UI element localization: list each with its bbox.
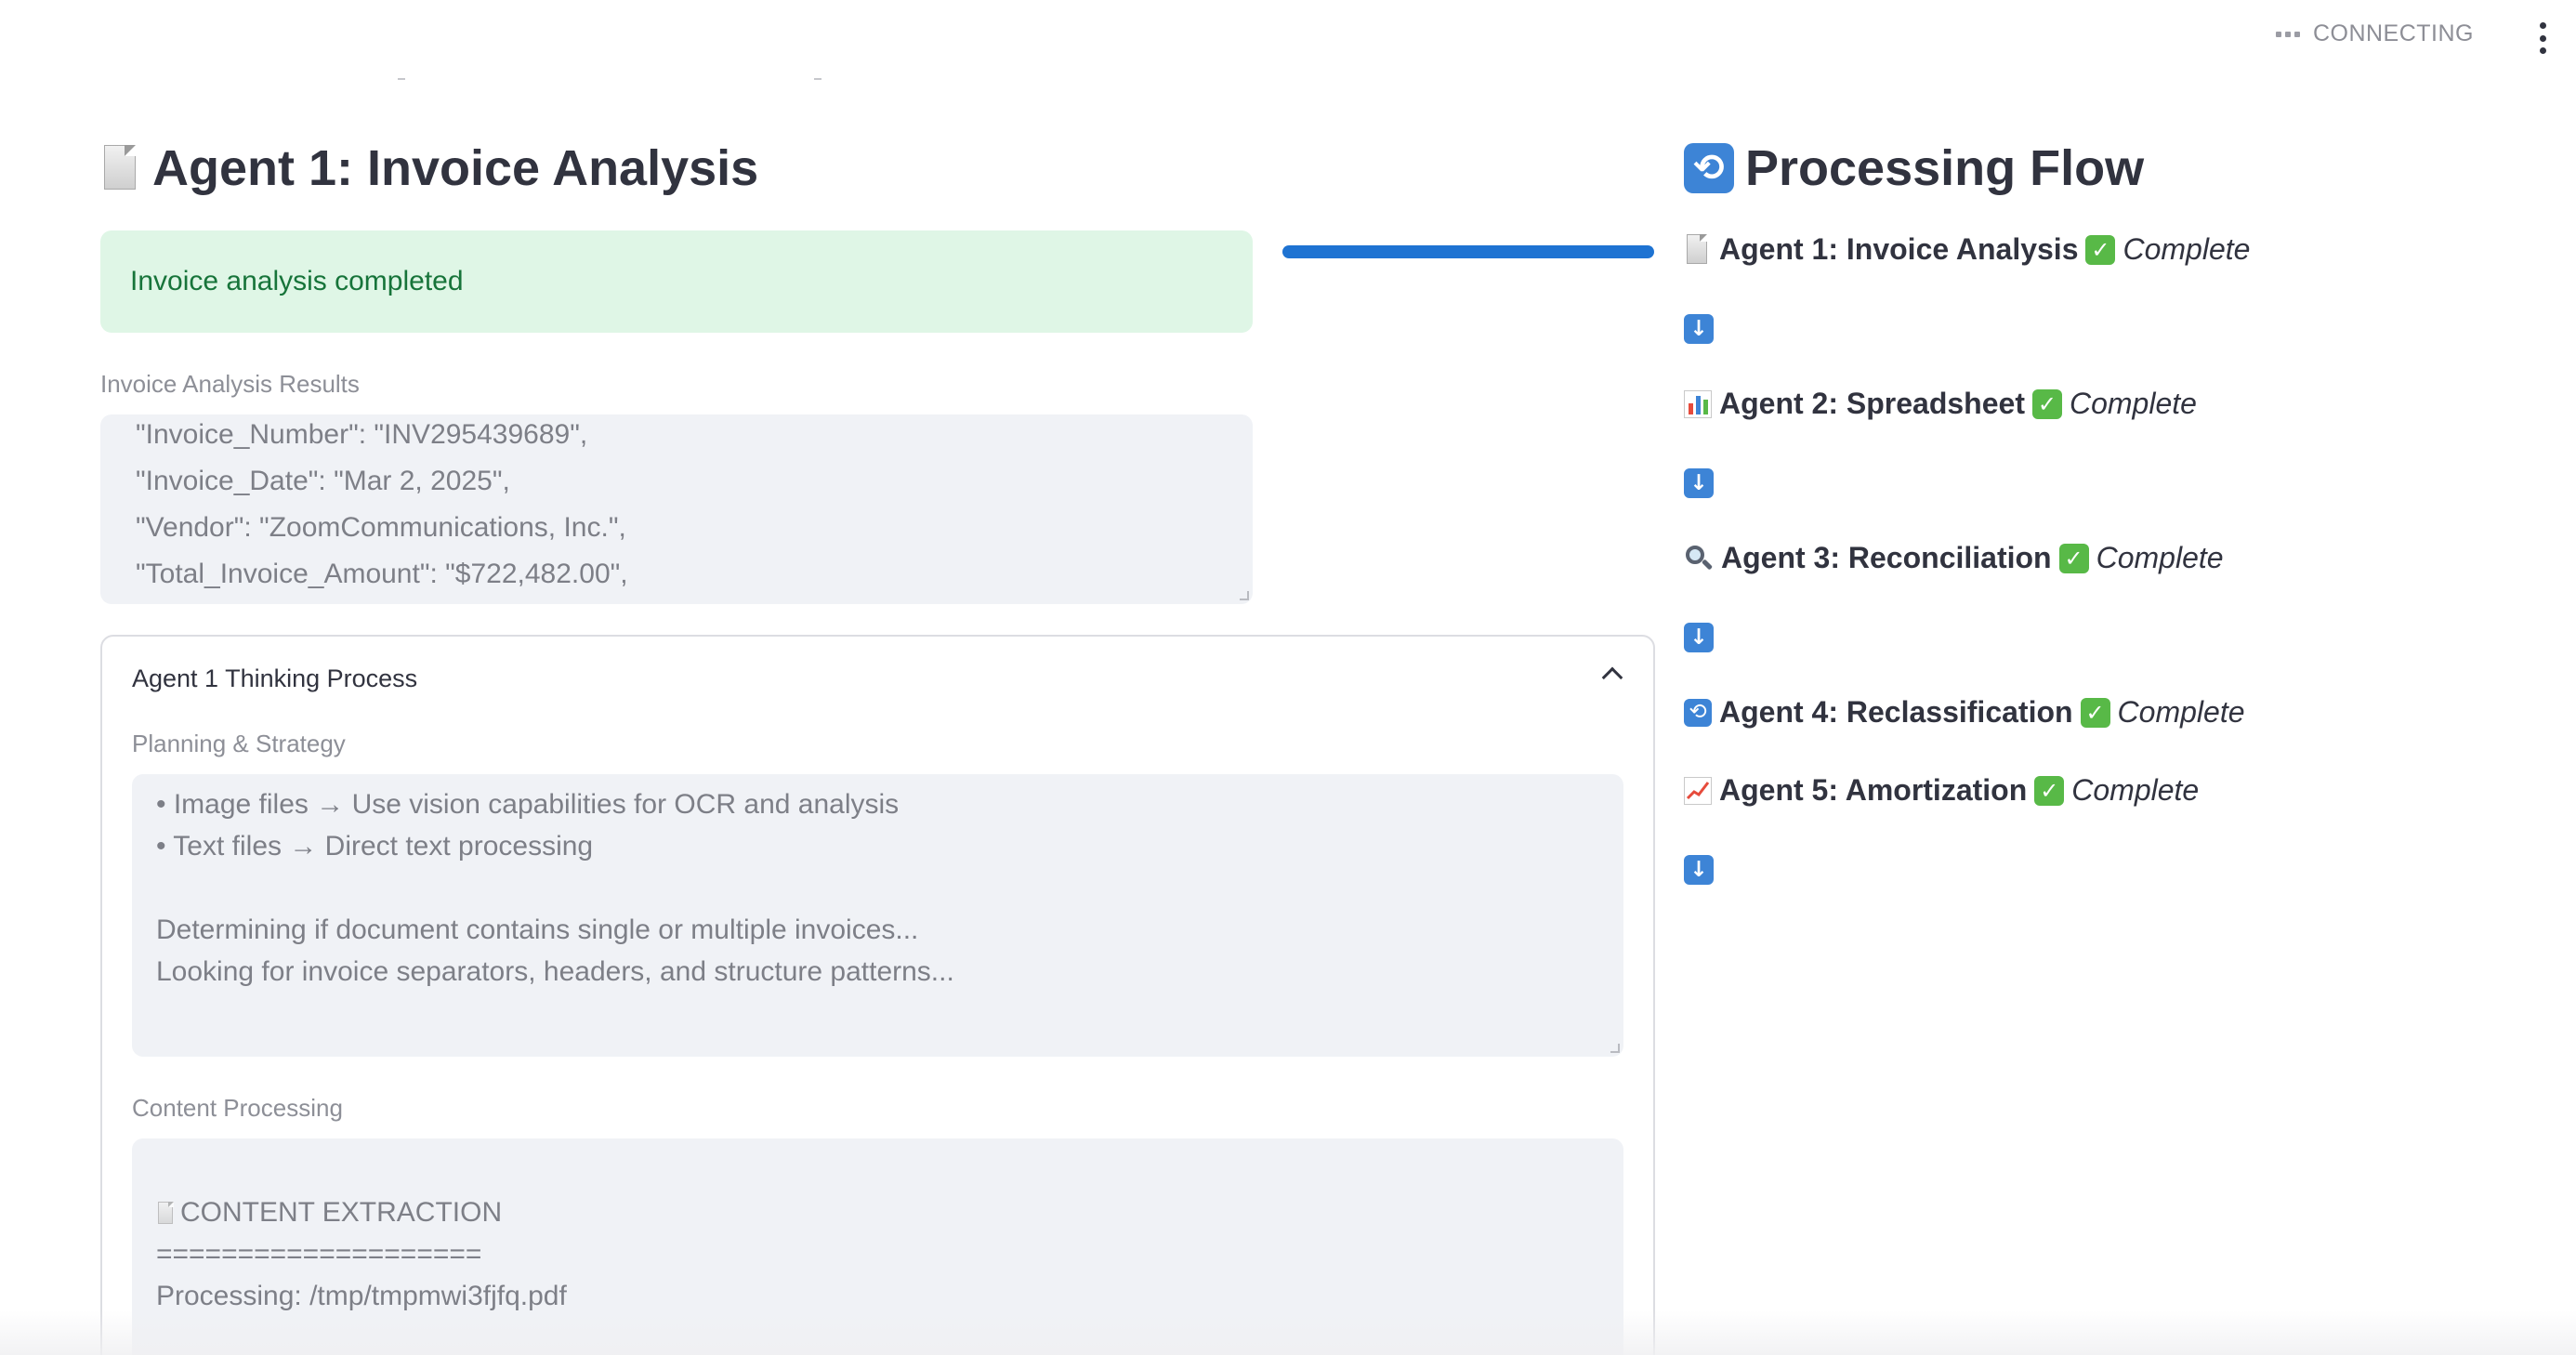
check-mark-button-icon: ✓	[2058, 543, 2089, 573]
text-line: ====================	[156, 1239, 482, 1269]
resize-handle-icon[interactable]	[1610, 1044, 1620, 1053]
thinking-expander: Agent 1 Thinking Process Planning & Stra…	[100, 635, 1655, 1355]
flow-agent-status: Complete	[2069, 387, 2197, 420]
flow-agent-name: Agent 3: Reconciliation	[1721, 541, 2052, 574]
text-line: "Invoice_Date": "Mar 2, 2025",	[136, 466, 510, 496]
flow-agent-name: Agent 4: Reclassification	[1719, 695, 2073, 729]
counterclockwise-arrows-icon: ⟲	[1684, 143, 1734, 193]
app-header: CONNECTING	[0, 0, 2576, 74]
down-arrow-icon: ↓	[1684, 855, 1714, 885]
check-mark-button-icon: ✓	[2034, 775, 2065, 806]
flow-agent-name: Agent 1: Invoice Analysis	[1719, 232, 2079, 266]
text-line: Processing: /tmp/tmpmwi3fjfq.pdf	[156, 1281, 567, 1311]
magnifying-glass-icon	[1684, 544, 1714, 573]
processing-flow-title: ⟲ Processing Flow	[1684, 139, 2144, 197]
text-line: "Vendor": "ZoomCommunications, Inc.",	[136, 512, 626, 543]
chart-increasing-icon	[1684, 776, 1712, 805]
content-lines: CONTENT EXTRACTION ==================== Pr…	[156, 1150, 567, 1317]
resize-handle-icon[interactable]	[1240, 591, 1249, 600]
text-line: "Payment_Terms": "Net 60"	[136, 598, 628, 604]
connection-status-label: CONNECTING	[2312, 20, 2474, 46]
flow-agent-status: Complete	[2071, 773, 2200, 807]
flow-item-agent-4: ⟲ Agent 4: Reclassification ✓ Complete	[1684, 695, 2245, 730]
planning-textarea[interactable]: • Image files → Use vision capabilities …	[132, 774, 1623, 1057]
processing-flow-title-text: Processing Flow	[1745, 140, 2145, 196]
counterclockwise-arrows-icon: ⟲	[1684, 698, 1712, 727]
flow-item-agent-1: Agent 1: Invoice Analysis ✓ Complete	[1684, 232, 2250, 267]
check-mark-button-icon: ✓	[2031, 388, 2062, 419]
results-textarea[interactable]: "Invoice_Number": "INV295439689", "Invoic…	[100, 414, 1253, 604]
page-facing-up-icon	[100, 143, 141, 193]
divider-mark	[398, 78, 405, 80]
trend-line-graphic	[1686, 781, 1710, 799]
success-alert: Invoice analysis completed	[100, 230, 1253, 333]
bar-chart-icon	[1684, 389, 1712, 418]
flow-agent-status: Complete	[2123, 232, 2251, 266]
text-line: "Total_Invoice_Amount": "$722,482.00",	[136, 559, 628, 589]
results-lines: "Invoice_Number": "INV295439689", "Invoic…	[136, 414, 628, 604]
success-alert-text: Invoice analysis completed	[130, 266, 464, 296]
connection-status: CONNECTING	[2275, 20, 2474, 47]
text-line: "Invoice_Number": "INV295439689",	[136, 419, 588, 450]
flow-item-agent-3: Agent 3: Reconciliation ✓ Complete	[1684, 541, 2224, 575]
flow-agent-status: Complete	[2117, 695, 2245, 729]
text-line	[156, 867, 954, 909]
check-mark-button-icon: ✓	[2085, 234, 2116, 265]
text-line-content: CONTENT EXTRACTION	[180, 1197, 503, 1228]
down-arrow-icon: ↓	[1684, 468, 1714, 498]
text-line: Looking for invoice separators, headers,…	[156, 956, 954, 987]
page-facing-up-icon	[1684, 233, 1712, 267]
flow-agent-status: Complete	[2096, 541, 2224, 574]
main-menu-button[interactable]	[2533, 22, 2552, 54]
kebab-menu-icon	[2539, 22, 2546, 29]
planning-lines: • Image files → Use vision capabilities …	[156, 783, 954, 993]
planning-label: Planning & Strategy	[132, 730, 346, 757]
text-line: • Text files → Direct text processing	[156, 831, 594, 862]
text-line: Determining if document contains single …	[156, 914, 919, 945]
content-processing-label: Content Processing	[132, 1094, 343, 1122]
flow-item-agent-5: Agent 5: Amortization ✓ Complete	[1684, 773, 2199, 808]
flow-agent-name: Agent 5: Amortization	[1719, 773, 2028, 807]
content-textarea[interactable]: CONTENT EXTRACTION ==================== Pr…	[132, 1138, 1623, 1355]
check-mark-button-icon: ✓	[2080, 697, 2110, 728]
ellipsis-dots-icon	[2275, 31, 2300, 37]
down-arrow-icon: ↓	[1684, 314, 1714, 344]
flow-agent-name: Agent 2: Spreadsheet	[1719, 387, 2025, 420]
agent-panel-title-text: Agent 1: Invoice Analysis	[152, 140, 759, 196]
text-line	[156, 1150, 567, 1191]
text-line: • Image files → Use vision capabilities …	[156, 789, 900, 820]
text-line: CONTENT EXTRACTION	[156, 1191, 567, 1233]
expander-header[interactable]: Agent 1 Thinking Process	[132, 664, 417, 693]
progress-bar	[1282, 245, 1654, 258]
results-label: Invoice Analysis Results	[100, 370, 360, 398]
divider-mark	[814, 78, 821, 80]
down-arrow-icon: ↓	[1684, 623, 1714, 652]
page-facing-up-icon	[156, 1201, 177, 1227]
flow-item-agent-2: Agent 2: Spreadsheet ✓ Complete	[1684, 387, 2197, 421]
chevron-up-icon[interactable]	[1601, 666, 1623, 689]
agent-panel-title: Agent 1: Invoice Analysis	[100, 139, 758, 197]
